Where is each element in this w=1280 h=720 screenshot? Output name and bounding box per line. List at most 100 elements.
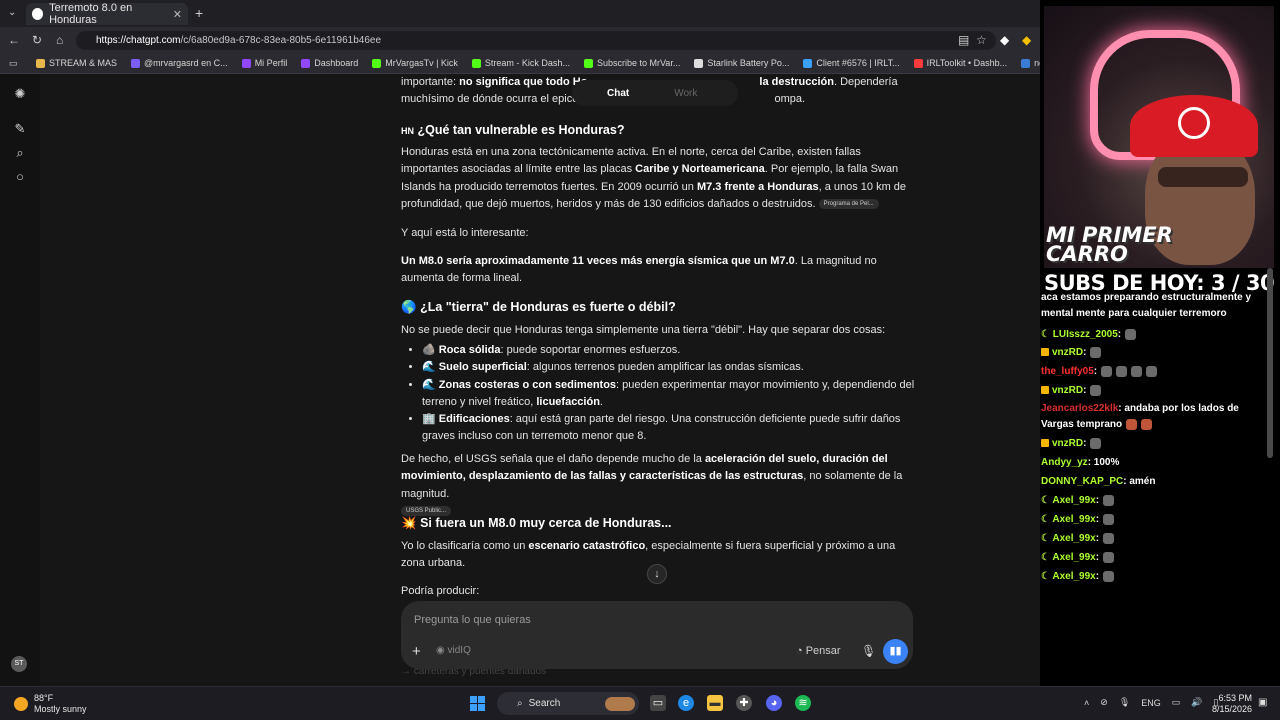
- taskbar-search[interactable]: ⌕ Search: [497, 692, 639, 715]
- emote-icon: [1090, 384, 1102, 396]
- chat-username[interactable]: Jeancarlos22klk: [1041, 403, 1118, 414]
- bookmark-item[interactable]: Starlink Battery Po...: [694, 58, 789, 68]
- bookmark-item[interactable]: Dashboard: [301, 58, 358, 68]
- network-off-icon[interactable]: ⊘: [1100, 697, 1108, 708]
- chat-username[interactable]: Axel_99x: [1052, 495, 1095, 506]
- extension-2-icon[interactable]: ◆: [1022, 33, 1031, 47]
- chat-username[interactable]: LUIsszz_2005: [1053, 329, 1118, 340]
- chat-message: ☾ Axel_99x:: [1041, 569, 1269, 585]
- bullet-list: 🪨 Roca sólida: puede soportar enormes es…: [401, 342, 915, 446]
- emote-icon: [1103, 551, 1115, 563]
- chat-username[interactable]: vnzRD: [1052, 438, 1083, 449]
- heading-m8: 💥 Si fuera un M8.0 muy cerca de Honduras…: [401, 516, 672, 530]
- chat-username[interactable]: the_luffy05: [1041, 366, 1094, 377]
- reload-icon[interactable]: ↻: [32, 33, 42, 47]
- bookmark-item[interactable]: STREAM & MAS: [36, 58, 117, 68]
- tab-chat[interactable]: Chat: [607, 88, 629, 99]
- reader-icon[interactable]: ▤: [958, 33, 969, 47]
- citation-chip[interactable]: Programa de Pel...: [818, 198, 879, 209]
- chat-username[interactable]: Axel_99x: [1052, 514, 1095, 525]
- chat-username[interactable]: Andyy_yz: [1041, 457, 1088, 468]
- bookmark-item[interactable]: IRLToolkit • Dashb...: [913, 58, 1007, 68]
- mic-icon[interactable]: 🎙: [861, 644, 876, 658]
- mic-tray-icon[interactable]: 🎙: [1119, 697, 1130, 708]
- clock[interactable]: 6:53 PM 8/15/2026: [1212, 693, 1252, 715]
- chat-message: vnzRD:: [1041, 383, 1269, 399]
- composer[interactable]: Pregunta lo que quieras: [401, 601, 913, 669]
- tab-close-icon[interactable]: ✕: [173, 8, 182, 21]
- crown-badge-icon: [1041, 348, 1049, 357]
- task-view-icon[interactable]: ▭: [650, 695, 666, 711]
- voice-mode-button[interactable]: ▮▮: [883, 639, 908, 664]
- openai-logo-icon[interactable]: ✺: [12, 86, 28, 102]
- chat-username[interactable]: vnzRD: [1052, 347, 1083, 358]
- emote-icon: [1090, 346, 1102, 358]
- language[interactable]: ENG: [1141, 698, 1161, 708]
- emote-icon: [1103, 513, 1115, 525]
- heading-vulnerable: HN ¿Qué tan vulnerable es Honduras?: [401, 123, 625, 137]
- attach-button[interactable]: +: [412, 643, 421, 660]
- notification-icon[interactable]: ▣: [1258, 697, 1267, 708]
- chevron-up-icon[interactable]: ˄: [1084, 698, 1089, 708]
- bookmarks-icon[interactable]: ▭: [9, 58, 18, 69]
- discord-icon[interactable]: ◕: [766, 695, 782, 711]
- tab-chatgpt[interactable]: Terremoto 8.0 en Honduras ✕: [26, 2, 188, 26]
- search-icon: ⌕: [517, 698, 523, 709]
- paragraph-separate: No se puede decir que Honduras tenga sim…: [401, 324, 886, 336]
- paragraph-interesting: Y aquí está lo interesante:: [401, 227, 529, 239]
- display-icon[interactable]: ▭: [1172, 697, 1181, 708]
- bookmark-item[interactable]: Stream - Kick Dash...: [471, 58, 570, 68]
- emote-icon: [1141, 418, 1153, 430]
- moon-badge-icon: ☾: [1041, 514, 1053, 525]
- bookmarks-bar: STREAM & MAS @mrvargasrd en C... Mi Perfil…: [0, 53, 1044, 74]
- emote-icon: [1090, 437, 1102, 449]
- chat-username[interactable]: vnzRD: [1052, 385, 1083, 396]
- extension-icon[interactable]: ◆: [1000, 33, 1009, 47]
- tab-work[interactable]: Work: [674, 88, 697, 99]
- new-tab-button[interactable]: +: [195, 5, 203, 21]
- chat-username[interactable]: Axel_99x: [1052, 571, 1095, 582]
- bookmark-item[interactable]: Mi Perfil: [241, 58, 287, 68]
- back-icon[interactable]: ←: [8, 33, 20, 47]
- chat-username[interactable]: Axel_99x: [1052, 533, 1095, 544]
- app-icon[interactable]: ✚: [736, 695, 752, 711]
- bookmark-favicon-icon: [583, 58, 593, 68]
- list-item: 🌊 Zonas costeras o con sedimentos: puede…: [422, 377, 915, 412]
- mode-switcher: Chat Work: [572, 80, 738, 106]
- address-bar[interactable]: https://chatgpt.com/c/6a80ed9a-678c-83ea…: [76, 31, 996, 50]
- chat-scrollbar[interactable]: [1267, 268, 1273, 458]
- conversation: importante: no significa que todo Ho la d…: [401, 74, 915, 686]
- new-chat-icon[interactable]: ✎: [12, 121, 28, 137]
- chat-message: the_luffy05:: [1041, 364, 1269, 380]
- emote-icon: [1103, 570, 1115, 582]
- think-button[interactable]: ◔ Pensar: [796, 645, 841, 657]
- moon-badge-icon: ☾: [1041, 495, 1053, 506]
- volume-icon[interactable]: 🔊: [1191, 697, 1202, 708]
- weather-widget[interactable]: 88°F Mostly sunny: [14, 693, 87, 715]
- prompt-input[interactable]: Pregunta lo que quieras: [414, 614, 531, 626]
- bookmark-item[interactable]: MrVargasTv | Kick: [372, 58, 458, 68]
- start-button[interactable]: [470, 696, 485, 711]
- emote-icon: [1126, 418, 1138, 430]
- avatar[interactable]: ST: [11, 656, 27, 672]
- tab-list-icon[interactable]: ⌄: [8, 7, 16, 18]
- edge-icon[interactable]: e: [678, 695, 694, 711]
- star-icon[interactable]: ☆: [976, 33, 987, 47]
- vidiq-button[interactable]: ◉ vidIQ: [436, 645, 471, 656]
- scroll-down-button[interactable]: ↓: [647, 564, 667, 584]
- file-explorer-icon[interactable]: ▬: [707, 695, 723, 711]
- chat-username[interactable]: DONNY_KAP_PC: [1041, 476, 1123, 487]
- library-icon[interactable]: ○: [12, 169, 28, 185]
- bookmark-item[interactable]: Client #6576 | IRLT...: [803, 58, 900, 68]
- chat-message: ☾ Axel_99x:: [1041, 550, 1269, 566]
- bookmark-item[interactable]: @mrvargasrd en C...: [131, 58, 228, 68]
- chat-username[interactable]: Axel_99x: [1052, 552, 1095, 563]
- search-icon[interactable]: ⌕: [12, 145, 28, 161]
- chat-message: ☾ Axel_99x:: [1041, 512, 1269, 528]
- chat-text: :: [1083, 347, 1087, 358]
- chat-message: vnzRD:: [1041, 436, 1269, 452]
- chat-text: :: [1093, 366, 1098, 377]
- spotify-icon[interactable]: ≋: [795, 695, 811, 711]
- home-icon[interactable]: ⌂: [56, 33, 63, 47]
- bookmark-item[interactable]: Subscribe to MrVar...: [583, 58, 680, 68]
